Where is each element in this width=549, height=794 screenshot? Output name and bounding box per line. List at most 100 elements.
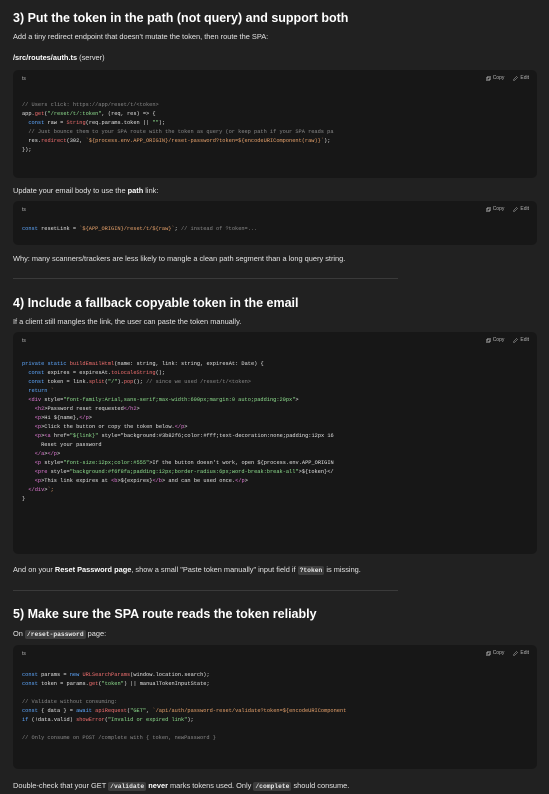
copy-icon bbox=[485, 650, 491, 656]
final-note: Double-check that your GET /validate nev… bbox=[13, 780, 349, 792]
pencil-icon bbox=[513, 337, 519, 343]
inline-code: /reset-password bbox=[24, 630, 86, 639]
code-line: private static buildEmailHtml(name: stri… bbox=[22, 361, 264, 367]
edit-button[interactable]: Edit bbox=[513, 75, 529, 81]
copy-icon bbox=[485, 75, 491, 81]
section-3-intro: Add a tiny redirect endpoint that doesn'… bbox=[13, 32, 269, 41]
code-line: } bbox=[22, 496, 26, 502]
code-line: </div>`; bbox=[28, 487, 54, 493]
copy-button[interactable]: Copy bbox=[485, 650, 505, 656]
pencil-icon bbox=[513, 75, 519, 81]
code-lines-3: private static buildEmailHtml(name: stri… bbox=[22, 360, 537, 504]
code-line: // Users click: https://app/reset/t/<tok… bbox=[22, 102, 159, 108]
final-d: should consume. bbox=[291, 781, 350, 790]
copy-button[interactable]: Copy bbox=[485, 206, 505, 212]
code-line: return ` bbox=[28, 388, 54, 394]
edit-button[interactable]: Edit bbox=[513, 206, 529, 212]
edit-label: Edit bbox=[520, 650, 529, 656]
update-instruction: Update your email body to use the path l… bbox=[13, 185, 158, 196]
file-path-label: /src/routes/auth.ts (server) bbox=[13, 52, 105, 63]
final-bold: never bbox=[146, 781, 168, 790]
copy-button[interactable]: Copy bbox=[485, 75, 505, 81]
edit-button[interactable]: Edit bbox=[513, 650, 529, 656]
code-line: <h2>Password reset requested</h2> bbox=[34, 406, 140, 412]
code-line: const params = new URLSearchParams(windo… bbox=[22, 672, 210, 678]
code-line: <p style="font-size:12px;color:#555">If … bbox=[34, 460, 334, 466]
code-line: <p>This link expires at <b>${expires}</b… bbox=[34, 478, 248, 484]
code-language: ts bbox=[22, 338, 26, 344]
code-line: const expires = expiresAt.toLocaleString… bbox=[28, 370, 166, 376]
copy-button[interactable]: Copy bbox=[485, 337, 505, 343]
copy-icon bbox=[485, 206, 491, 212]
code-line: res.redirect(302, `${process.env.APP_ORI… bbox=[28, 138, 331, 144]
code-line: <p>Hi ${name},</p> bbox=[34, 415, 92, 421]
chat-page: 3) Put the token in the path (not query)… bbox=[0, 0, 549, 794]
section-3-heading: 3) Put the token in the path (not query)… bbox=[13, 11, 349, 25]
edit-label: Edit bbox=[520, 206, 529, 212]
code-language: ts bbox=[22, 76, 26, 82]
code-line: const resetLink = `${APP_ORIGIN}/reset/t… bbox=[22, 226, 258, 232]
code-block-3: ts Copy Edit private static buildEmailHt… bbox=[13, 332, 537, 554]
inline-code: ?token bbox=[297, 566, 325, 575]
copy-label: Copy bbox=[492, 75, 505, 81]
code-block-1: ts Copy Edit // Users click: https://app… bbox=[13, 70, 537, 178]
code-line: const token = link.split("/").pop(); // … bbox=[28, 379, 251, 385]
copy-label: Copy bbox=[492, 337, 505, 343]
copy-label: Copy bbox=[492, 206, 505, 212]
section-4-heading: 4) Include a fallback copyable token in … bbox=[13, 296, 299, 310]
code-language: ts bbox=[22, 207, 26, 213]
copy-label: Copy bbox=[492, 650, 505, 656]
update-bold: path bbox=[127, 186, 144, 195]
code-block-header: ts Copy Edit bbox=[13, 201, 537, 219]
code-line: <p>Click the button or copy the token be… bbox=[34, 424, 188, 430]
code-line: if (!data.valid) showError("Invalid or e… bbox=[22, 717, 194, 723]
section-4-intro: If a client still mangles the link, the … bbox=[13, 317, 242, 326]
code-block-header: ts Copy Edit bbox=[13, 70, 537, 88]
note-bold: Reset Password page bbox=[54, 565, 132, 574]
code-line: // Validate without consuming: bbox=[22, 699, 118, 705]
note-mid: , show a small "Paste token manually" in… bbox=[131, 565, 298, 574]
reset-page-note: And on your Reset Password page, show a … bbox=[13, 564, 361, 576]
code-line: const { data } = await apiRequest("GET",… bbox=[22, 708, 347, 714]
on-suffix: page: bbox=[85, 629, 107, 638]
code-block-2: ts Copy Edit const resetLink = `${APP_OR… bbox=[13, 201, 537, 245]
code-line: app.get("/reset/t/:token", (req, res) =>… bbox=[22, 111, 156, 117]
inline-code: /complete bbox=[253, 782, 292, 791]
note-prefix: And on your bbox=[13, 565, 55, 574]
code-line: // Just bounce them to your SPA route wi… bbox=[22, 129, 334, 135]
inline-code: /validate bbox=[108, 782, 147, 791]
code-lines-4: const params = new URLSearchParams(windo… bbox=[22, 671, 537, 743]
code-line: <p><a href="${link}" style="background:#… bbox=[34, 433, 334, 439]
pencil-icon bbox=[513, 650, 519, 656]
code-block-4: ts Copy Edit const params = new URLSearc… bbox=[13, 645, 537, 769]
note-suffix: is missing. bbox=[324, 565, 361, 574]
pencil-icon bbox=[513, 206, 519, 212]
code-line: Reset your password bbox=[41, 442, 102, 448]
code-line: <div style="font-family:Arial,sans-serif… bbox=[28, 397, 299, 403]
code-line: const raw = String(req.params.token || "… bbox=[28, 120, 166, 126]
code-line: // Only consume on POST /complete with {… bbox=[22, 735, 216, 741]
copy-icon bbox=[485, 337, 491, 343]
code-line: const token = params.get("token") || man… bbox=[22, 681, 210, 687]
section-5-heading: 5) Make sure the SPA route reads the tok… bbox=[13, 607, 317, 621]
update-suffix: link: bbox=[143, 186, 159, 195]
code-language: ts bbox=[22, 651, 26, 657]
final-c: marks tokens used. Only bbox=[167, 781, 254, 790]
code-block-header: ts Copy Edit bbox=[13, 645, 537, 663]
code-line: }); bbox=[22, 147, 32, 153]
edit-label: Edit bbox=[520, 75, 529, 81]
code-line: <pre style="background:#f6f8fa;padding:1… bbox=[34, 469, 334, 475]
code-line: </a></p> bbox=[34, 451, 61, 457]
edit-button[interactable]: Edit bbox=[513, 337, 529, 343]
file-path: /src/routes/auth.ts bbox=[13, 53, 78, 62]
code-lines-2: const resetLink = `${APP_ORIGIN}/reset/t… bbox=[22, 225, 537, 234]
code-lines-1: // Users click: https://app/reset/t/<tok… bbox=[22, 92, 537, 155]
section-divider bbox=[13, 278, 398, 279]
file-path-suffix: (server) bbox=[77, 53, 105, 62]
on-prefix: On bbox=[13, 629, 25, 638]
section-divider bbox=[13, 590, 398, 591]
section-5-intro: On /reset-password page: bbox=[13, 628, 106, 640]
why-note: Why: many scanners/trackers are less lik… bbox=[13, 254, 346, 263]
